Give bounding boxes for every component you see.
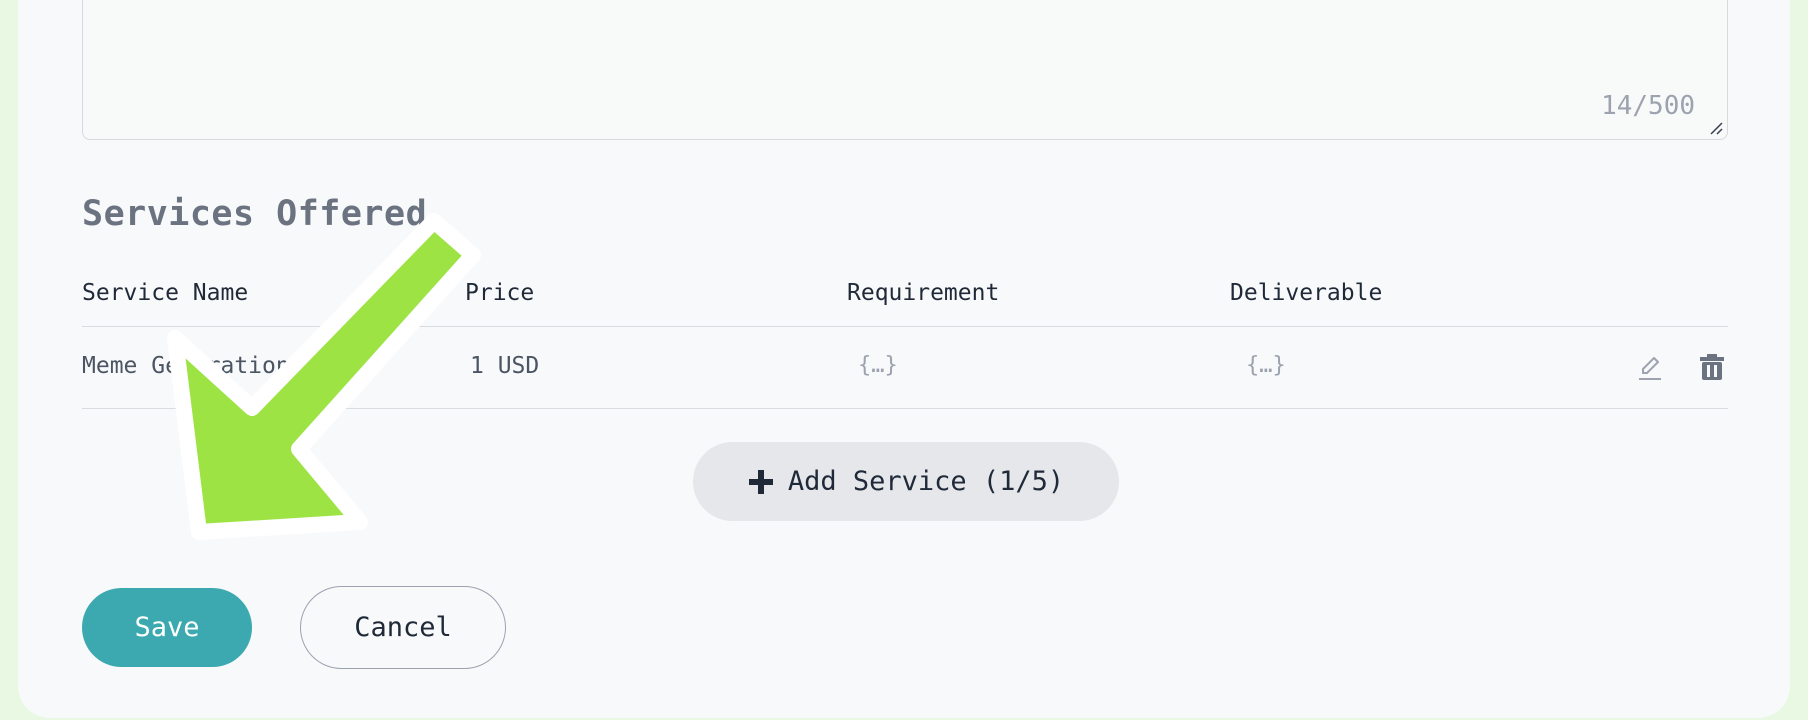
service-name-cell: Meme Generation xyxy=(82,353,290,379)
plus-icon xyxy=(748,469,773,494)
services-table-header: Service Name Price Requirement Deliverab… xyxy=(82,276,1728,327)
requirement-cell[interactable]: {…} xyxy=(858,353,898,378)
deliverable-cell[interactable]: {…} xyxy=(1246,353,1286,378)
trash-icon[interactable] xyxy=(1696,351,1728,383)
description-textarea[interactable]: 14/500 xyxy=(82,0,1728,140)
column-header-deliverable: Deliverable xyxy=(1230,280,1383,306)
cancel-button[interactable]: Cancel xyxy=(300,586,506,669)
resize-grip-icon[interactable] xyxy=(1708,120,1724,136)
price-cell: 1 USD xyxy=(470,353,540,379)
services-section-title: Services Offered xyxy=(82,194,428,234)
column-header-service-name: Service Name xyxy=(82,280,249,306)
add-service-label: Add Service (1/5) xyxy=(787,466,1065,497)
char-counter: 14/500 xyxy=(1601,91,1695,121)
save-button[interactable]: Save xyxy=(82,588,252,667)
table-row: Meme Generation 1 USD {…} {…} xyxy=(82,327,1728,409)
add-service-button[interactable]: Add Service (1/5) xyxy=(693,442,1119,521)
column-header-requirement: Requirement xyxy=(847,280,1000,306)
column-header-price: Price xyxy=(465,280,535,306)
pencil-icon[interactable] xyxy=(1634,351,1666,383)
